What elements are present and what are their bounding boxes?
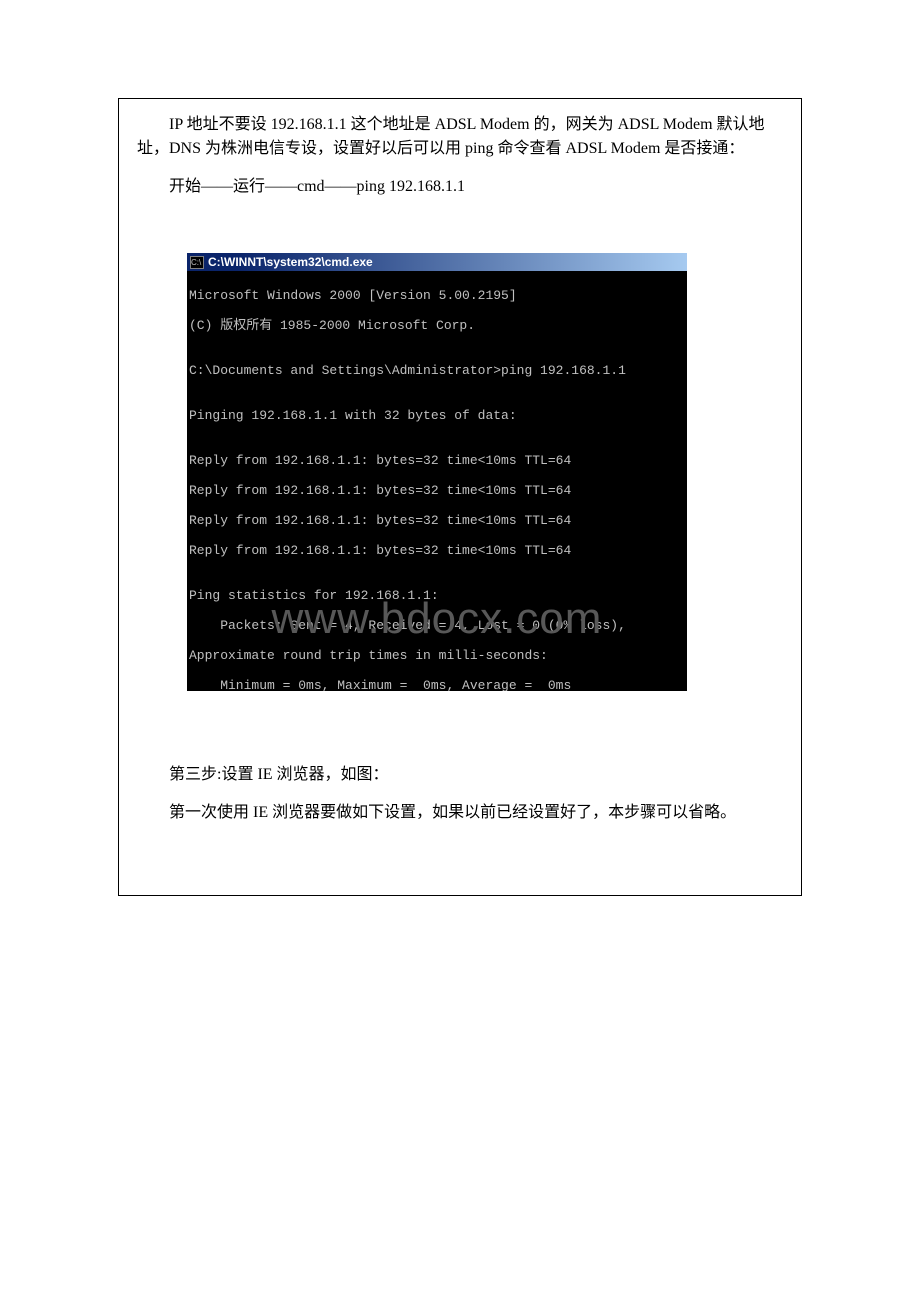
cmd-line: Reply from 192.168.1.1: bytes=32 time<10… bbox=[189, 483, 685, 498]
spacer bbox=[137, 199, 783, 253]
document-page: IP 地址不要设 192.168.1.1 这个地址是 ADSL Modem 的，… bbox=[118, 98, 802, 896]
paragraph-2: 开始——运行——cmd——ping 192.168.1.1 bbox=[137, 175, 783, 199]
spacer bbox=[137, 161, 783, 175]
spacer bbox=[137, 787, 783, 801]
spacer bbox=[137, 691, 783, 763]
cmd-line: Approximate round trip times in milli-se… bbox=[189, 648, 685, 663]
cmd-line: C:\Documents and Settings\Administrator>… bbox=[189, 363, 685, 378]
cmd-icon bbox=[190, 256, 204, 269]
cmd-line: (C) 版权所有 1985-2000 Microsoft Corp. bbox=[189, 318, 685, 333]
cmd-titlebar: C:\WINNT\system32\cmd.exe bbox=[187, 253, 687, 271]
cmd-body: Microsoft Windows 2000 [Version 5.00.219… bbox=[187, 271, 687, 691]
cmd-window: C:\WINNT\system32\cmd.exe Microsoft Wind… bbox=[187, 253, 687, 691]
cmd-line: Reply from 192.168.1.1: bytes=32 time<10… bbox=[189, 453, 685, 468]
cmd-line: Minimum = 0ms, Maximum = 0ms, Average = … bbox=[189, 678, 685, 691]
cmd-line: Packets: Sent = 4, Received = 4, Lost = … bbox=[189, 618, 685, 633]
cmd-line: Reply from 192.168.1.1: bytes=32 time<10… bbox=[189, 543, 685, 558]
paragraph-4: 第一次使用 IE 浏览器要做如下设置，如果以前已经设置好了，本步骤可以省略。 bbox=[137, 801, 783, 825]
paragraph-3: 第三步:设置 IE 浏览器，如图： bbox=[137, 763, 783, 787]
paragraph-1: IP 地址不要设 192.168.1.1 这个地址是 ADSL Modem 的，… bbox=[137, 113, 783, 161]
cmd-title-text: C:\WINNT\system32\cmd.exe bbox=[208, 255, 373, 269]
cmd-line: Reply from 192.168.1.1: bytes=32 time<10… bbox=[189, 513, 685, 528]
cmd-line: Pinging 192.168.1.1 with 32 bytes of dat… bbox=[189, 408, 685, 423]
cmd-line: Ping statistics for 192.168.1.1: bbox=[189, 588, 685, 603]
cmd-line: Microsoft Windows 2000 [Version 5.00.219… bbox=[189, 288, 685, 303]
